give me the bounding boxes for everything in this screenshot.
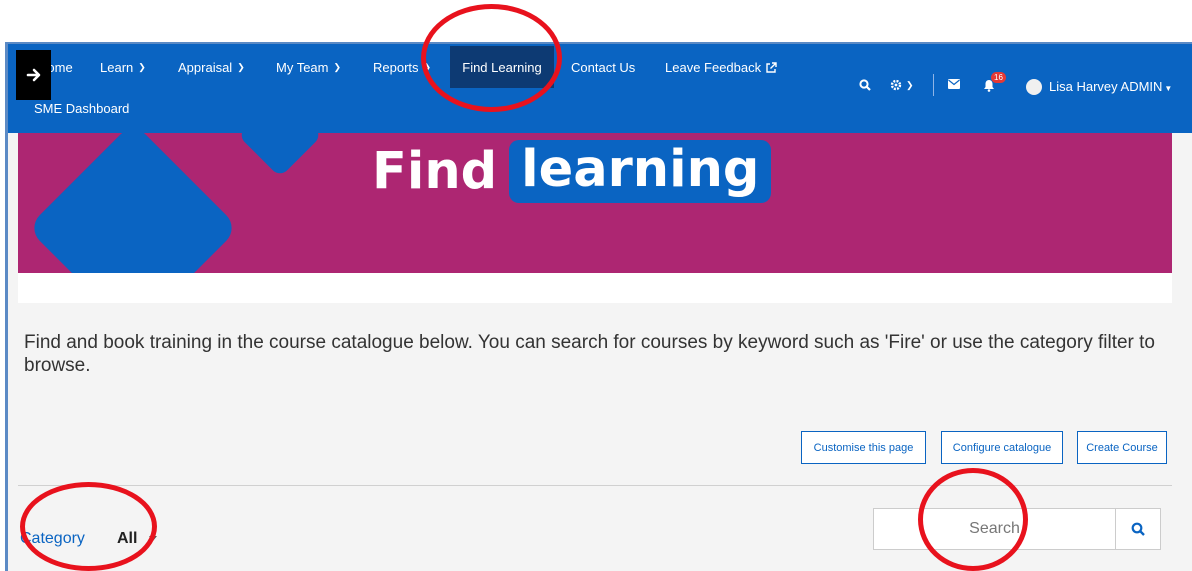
search-nav-button[interactable]	[859, 79, 871, 91]
search-button[interactable]	[1115, 508, 1161, 550]
top-navbar: Home Learn ❯ Appraisal ❯ My Team ❯ Reports ❯…	[8, 44, 1192, 133]
nav-my-team[interactable]: My Team ❯	[276, 60, 341, 75]
search-icon	[1131, 522, 1145, 536]
search-icon	[859, 79, 871, 91]
nav-appraisal[interactable]: Appraisal ❯	[178, 60, 245, 75]
customise-page-button[interactable]: Customise this page	[801, 431, 926, 464]
gear-icon	[890, 79, 902, 91]
nav-sme-dashboard[interactable]: SME Dashboard	[34, 101, 129, 116]
find-learning-banner: Find learning	[18, 133, 1172, 273]
chevron-down-icon: ❯	[906, 79, 914, 90]
chevron-down-icon: ❯	[138, 62, 146, 72]
arrow-right-icon	[26, 68, 40, 82]
nav-learn[interactable]: Learn ❯	[100, 60, 146, 75]
messages-nav-button[interactable]	[948, 79, 960, 89]
decorative-diamond-small	[237, 133, 323, 178]
category-dropdown[interactable]: All	[117, 530, 137, 548]
caret-down-icon[interactable]	[149, 536, 157, 541]
search-input[interactable]	[873, 508, 1116, 550]
settings-nav-button[interactable]: ❯	[890, 79, 914, 91]
external-link-icon	[766, 61, 777, 73]
envelope-icon	[948, 79, 960, 89]
banner-title: Find learning	[372, 133, 772, 209]
nav-toggle-overlay[interactable]	[16, 50, 51, 100]
nav-find-learning[interactable]: Find Learning	[450, 46, 554, 88]
nav-contact-us[interactable]: Contact Us	[571, 60, 635, 75]
notification-badge: 16	[991, 72, 1006, 83]
category-label: Category	[20, 530, 85, 547]
create-course-button[interactable]: Create Course	[1077, 431, 1167, 464]
section-divider	[18, 485, 1172, 486]
user-menu[interactable]: Lisa Harvey ADMIN ▼	[1049, 79, 1172, 94]
chevron-down-icon: ❯	[237, 62, 245, 72]
nav-divider	[933, 74, 934, 96]
intro-text: Find and book training in the course cat…	[24, 332, 1156, 376]
banner-spacer	[18, 273, 1172, 303]
avatar[interactable]	[1026, 79, 1042, 95]
nav-leave-feedback[interactable]: Leave Feedback	[665, 60, 777, 75]
nav-reports[interactable]: Reports ❯	[373, 60, 431, 75]
chevron-down-icon: ❯	[423, 62, 432, 72]
caret-down-icon: ▼	[1164, 84, 1173, 93]
configure-catalogue-button[interactable]: Configure catalogue	[941, 431, 1063, 464]
decorative-diamond	[26, 133, 240, 273]
chevron-down-icon: ❯	[333, 62, 342, 72]
browser-frame: Home Learn ❯ Appraisal ❯ My Team ❯ Reports ❯…	[5, 42, 1192, 571]
